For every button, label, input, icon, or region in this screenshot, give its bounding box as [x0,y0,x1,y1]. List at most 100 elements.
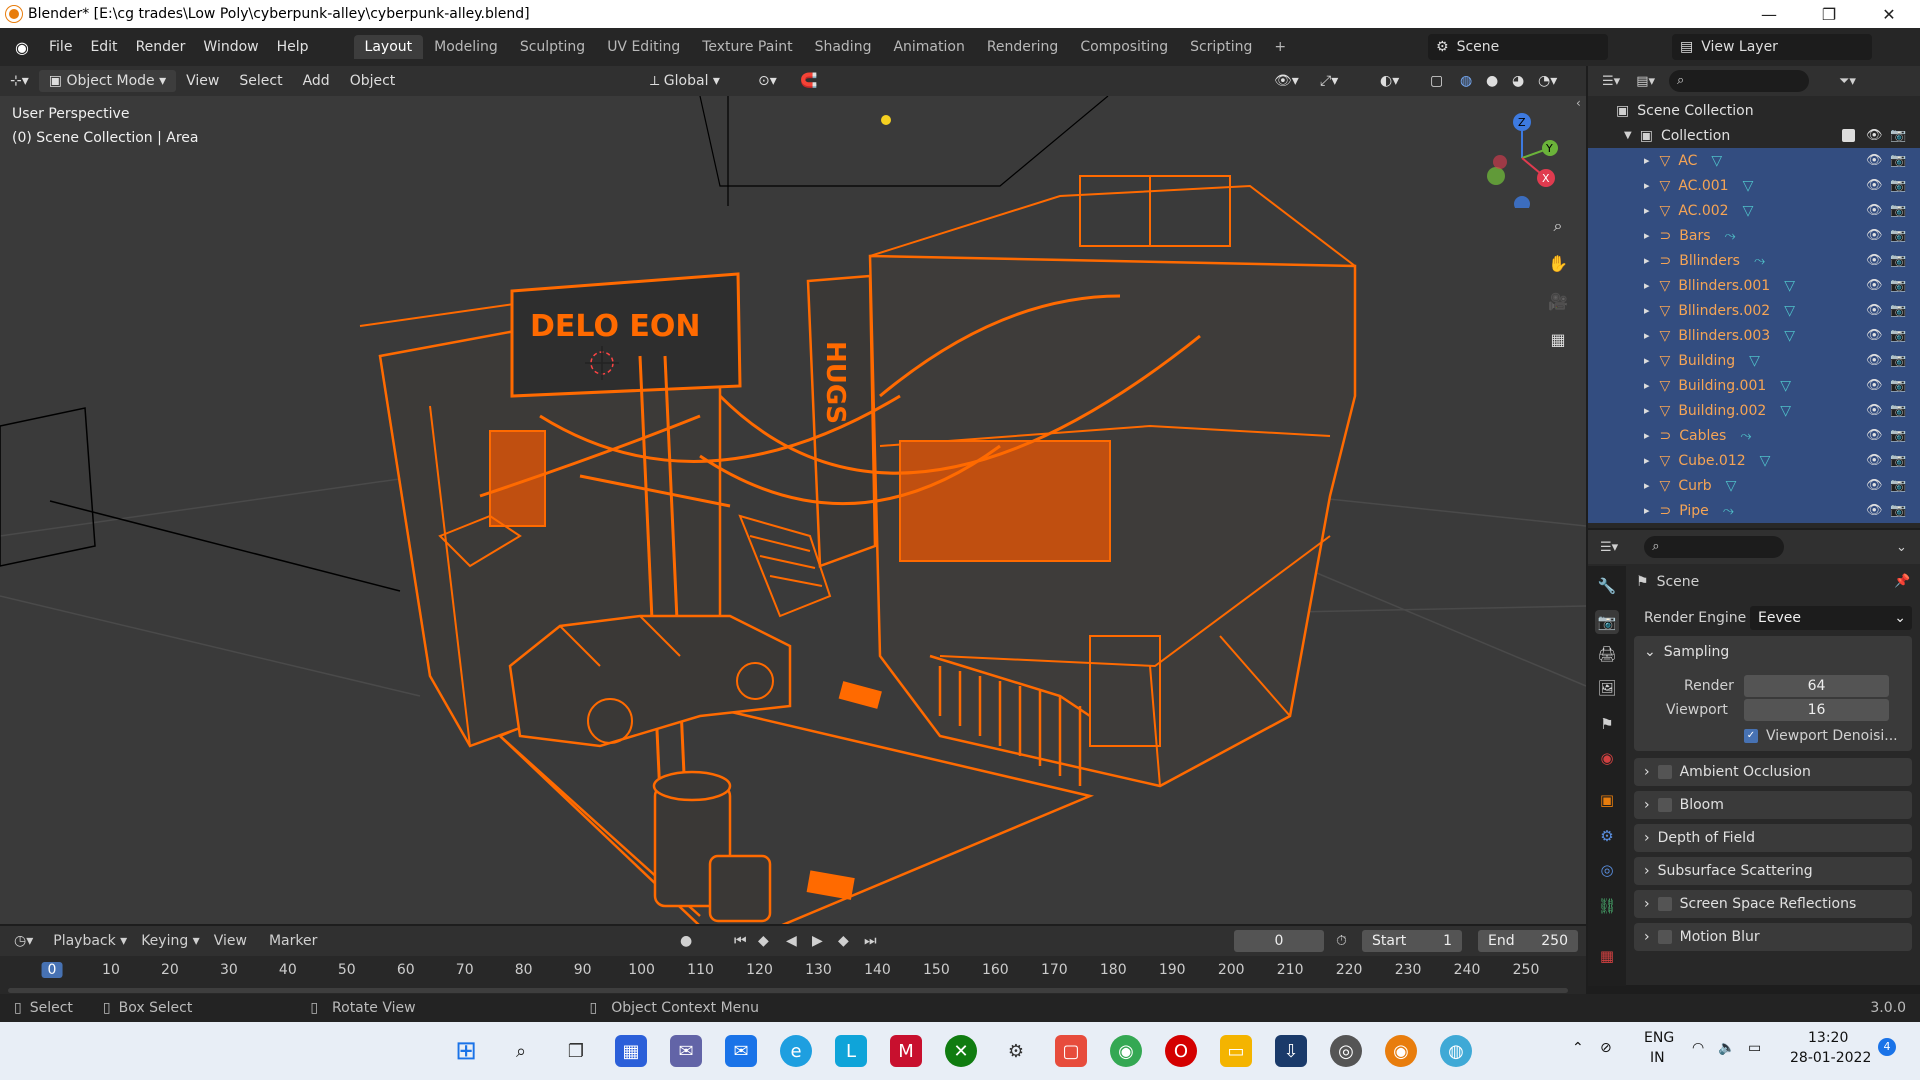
mesh-data-icon[interactable]: ▽ [1760,453,1771,469]
xray-icon[interactable]: ▢ [1420,73,1453,89]
battery-icon[interactable]: ▭ [1748,1040,1761,1056]
collapsed-panel[interactable]: › Subsurface Scattering [1634,857,1912,885]
menu-keying[interactable]: Keying ▾ [141,933,200,949]
record-icon[interactable]: ● [680,933,692,949]
mcafee-icon[interactable]: M [890,1035,922,1067]
outliner-item[interactable]: ▸ ▽ Curb ▽ 👁 📷 [1588,473,1920,498]
camera-view-icon[interactable]: 🎥 [1543,286,1573,316]
overlay-toggle-icon[interactable]: ◐▾ [1370,73,1409,89]
eye-icon[interactable]: 👁 [1866,378,1883,393]
pin-icon[interactable]: 📌 [1894,574,1910,589]
expand-arrow-icon[interactable]: ▸ [1644,379,1650,392]
collapsed-panel[interactable]: › Motion Blur [1634,923,1912,951]
expand-arrow-icon[interactable]: ▸ [1644,479,1650,492]
eye-icon[interactable]: 👁 [1866,178,1883,193]
add-workspace-icon[interactable]: + [1263,35,1297,59]
search-icon[interactable]: ⌕ [505,1035,537,1067]
stopwatch-icon[interactable]: ⏱ [1336,933,1347,949]
menu-view[interactable]: View [176,73,229,89]
panel-header[interactable]: › Ambient Occlusion [1634,758,1912,786]
properties-editor-icon[interactable]: ☰▾ [1600,540,1618,555]
output-tab-icon[interactable]: 🖨 [1595,642,1619,666]
outliner-item[interactable]: ▸ ▽ AC.001 ▽ 👁 📷 [1588,173,1920,198]
collapse-arrow-icon[interactable]: ▼ [1624,130,1632,141]
pan-hand-icon[interactable]: ✋ [1543,248,1573,278]
mode-selector[interactable]: ▣ Object Mode ▾ [38,70,177,92]
blender-menu-icon[interactable]: ◉ [12,37,32,57]
expand-arrow-icon[interactable]: ▸ [1644,454,1650,467]
menu-timeline-view[interactable]: View [214,933,247,949]
render-engine-select[interactable]: Eevee ⌄ [1750,606,1912,630]
render-camera-icon[interactable]: 📷 [1890,378,1906,393]
object-tab-icon[interactable]: ▣ [1595,788,1619,812]
render-camera-icon[interactable]: 📷 [1890,503,1906,518]
sampling-panel-header[interactable]: ⌄ Sampling [1634,636,1912,668]
eye-icon[interactable]: 👁 [1866,253,1883,268]
menu-render[interactable]: Render [127,39,195,55]
tab-animation[interactable]: Animation [882,35,975,59]
notification-badge[interactable]: 4 [1878,1038,1896,1056]
outliner-item[interactable]: ▸ ⊃ Cables ⤳ 👁 📷 [1588,423,1920,448]
scene-collection-row[interactable]: ▣ Scene Collection [1588,98,1920,123]
mesh-data-icon[interactable]: ▽ [1784,278,1795,294]
tab-uv-editing[interactable]: UV Editing [596,35,691,59]
render-camera-icon[interactable]: 📷 [1890,478,1906,493]
render-camera-icon[interactable]: 📷 [1890,228,1906,243]
curve-data-icon[interactable]: ⤳ [1740,428,1751,444]
menu-marker[interactable]: Marker [269,933,317,949]
outliner-item[interactable]: ▸ ▽ AC ▽ 👁 📷 [1588,148,1920,173]
menu-playback[interactable]: Playback ▾ [53,933,127,949]
blender-taskbar-icon[interactable]: ◉ [1385,1035,1417,1067]
render-camera-icon[interactable]: 📷 [1890,128,1906,143]
expand-arrow-icon[interactable]: ▸ [1644,179,1650,192]
end-frame-field[interactable]: End 250 [1478,930,1578,952]
collapsed-panel[interactable]: › Screen Space Reflections [1634,890,1912,918]
outliner-item[interactable]: ▸ ⊃ Pipe ⤳ 👁 📷 [1588,498,1920,523]
world-tab-icon[interactable]: ◉ [1595,746,1619,770]
chrome-icon[interactable]: ◉ [1110,1035,1142,1067]
office-icon[interactable]: ▢ [1055,1035,1087,1067]
eye-icon[interactable]: 👁 [1866,403,1883,418]
mesh-data-icon[interactable]: ▽ [1784,328,1795,344]
eye-icon[interactable]: 👁 [1866,353,1883,368]
render-camera-icon[interactable]: 📷 [1890,278,1906,293]
3d-viewport[interactable]: DELO EON HUGS User Perspective (0) Scene… [0,96,1586,924]
eye-icon[interactable]: 👁 [1866,328,1883,343]
menu-select[interactable]: Select [229,73,292,89]
mesh-data-icon[interactable]: ▽ [1711,153,1722,169]
mesh-data-icon[interactable]: ▽ [1749,353,1760,369]
chat-icon[interactable]: ✉ [670,1035,702,1067]
panel-header[interactable]: › Motion Blur [1634,923,1912,951]
jump-end-icon[interactable]: ⏭ [864,933,877,949]
expand-arrow-icon[interactable]: ▸ [1644,404,1650,417]
expand-arrow-icon[interactable]: ▸ [1644,229,1650,242]
panel-header[interactable]: › Bloom [1634,791,1912,819]
tab-texture-paint[interactable]: Texture Paint [691,35,803,59]
panel-header[interactable]: › Screen Space Reflections [1634,890,1912,918]
transform-orientation[interactable]: ⟂ Global ▾ [640,73,730,89]
render-camera-icon[interactable]: 📷 [1890,178,1906,193]
mesh-data-icon[interactable]: ▽ [1726,478,1737,494]
render-camera-icon[interactable]: 📷 [1890,303,1906,318]
panel-enable-checkbox[interactable] [1657,897,1672,911]
gizmo-toggle-icon[interactable]: ⤢▾ [1310,73,1348,89]
curve-data-icon[interactable]: ⤳ [1723,503,1734,519]
mesh-data-icon[interactable]: ▽ [1780,403,1791,419]
properties-options-icon[interactable]: ⌄ [1896,540,1907,555]
download-app-icon[interactable]: ⇩ [1275,1035,1307,1067]
mesh-data-icon[interactable]: ▽ [1784,303,1795,319]
panel-enable-checkbox[interactable] [1657,765,1672,779]
denoise-checkbox[interactable]: ✓ [1744,729,1758,743]
view-layer-tab-icon[interactable]: 🖼 [1595,676,1619,700]
outliner-item[interactable]: ▸ ▽ Bllinders.003 ▽ 👁 📷 [1588,323,1920,348]
close-button[interactable]: ✕ [1860,0,1918,28]
menu-object[interactable]: Object [340,73,406,89]
render-camera-icon[interactable]: 📷 [1890,328,1906,343]
collection-row[interactable]: ▼ ▣ Collection 👁 📷 [1588,123,1920,148]
keyframe-next-icon[interactable]: ◆ [838,933,849,949]
outliner-item[interactable]: ▸ ▽ Bllinders.002 ▽ 👁 📷 [1588,298,1920,323]
visibility-icon[interactable]: 👁▾ [1264,73,1309,89]
menu-help[interactable]: Help [268,39,318,55]
tab-compositing[interactable]: Compositing [1069,35,1179,59]
editor-type-icon[interactable]: ⊹▾ [0,73,39,89]
